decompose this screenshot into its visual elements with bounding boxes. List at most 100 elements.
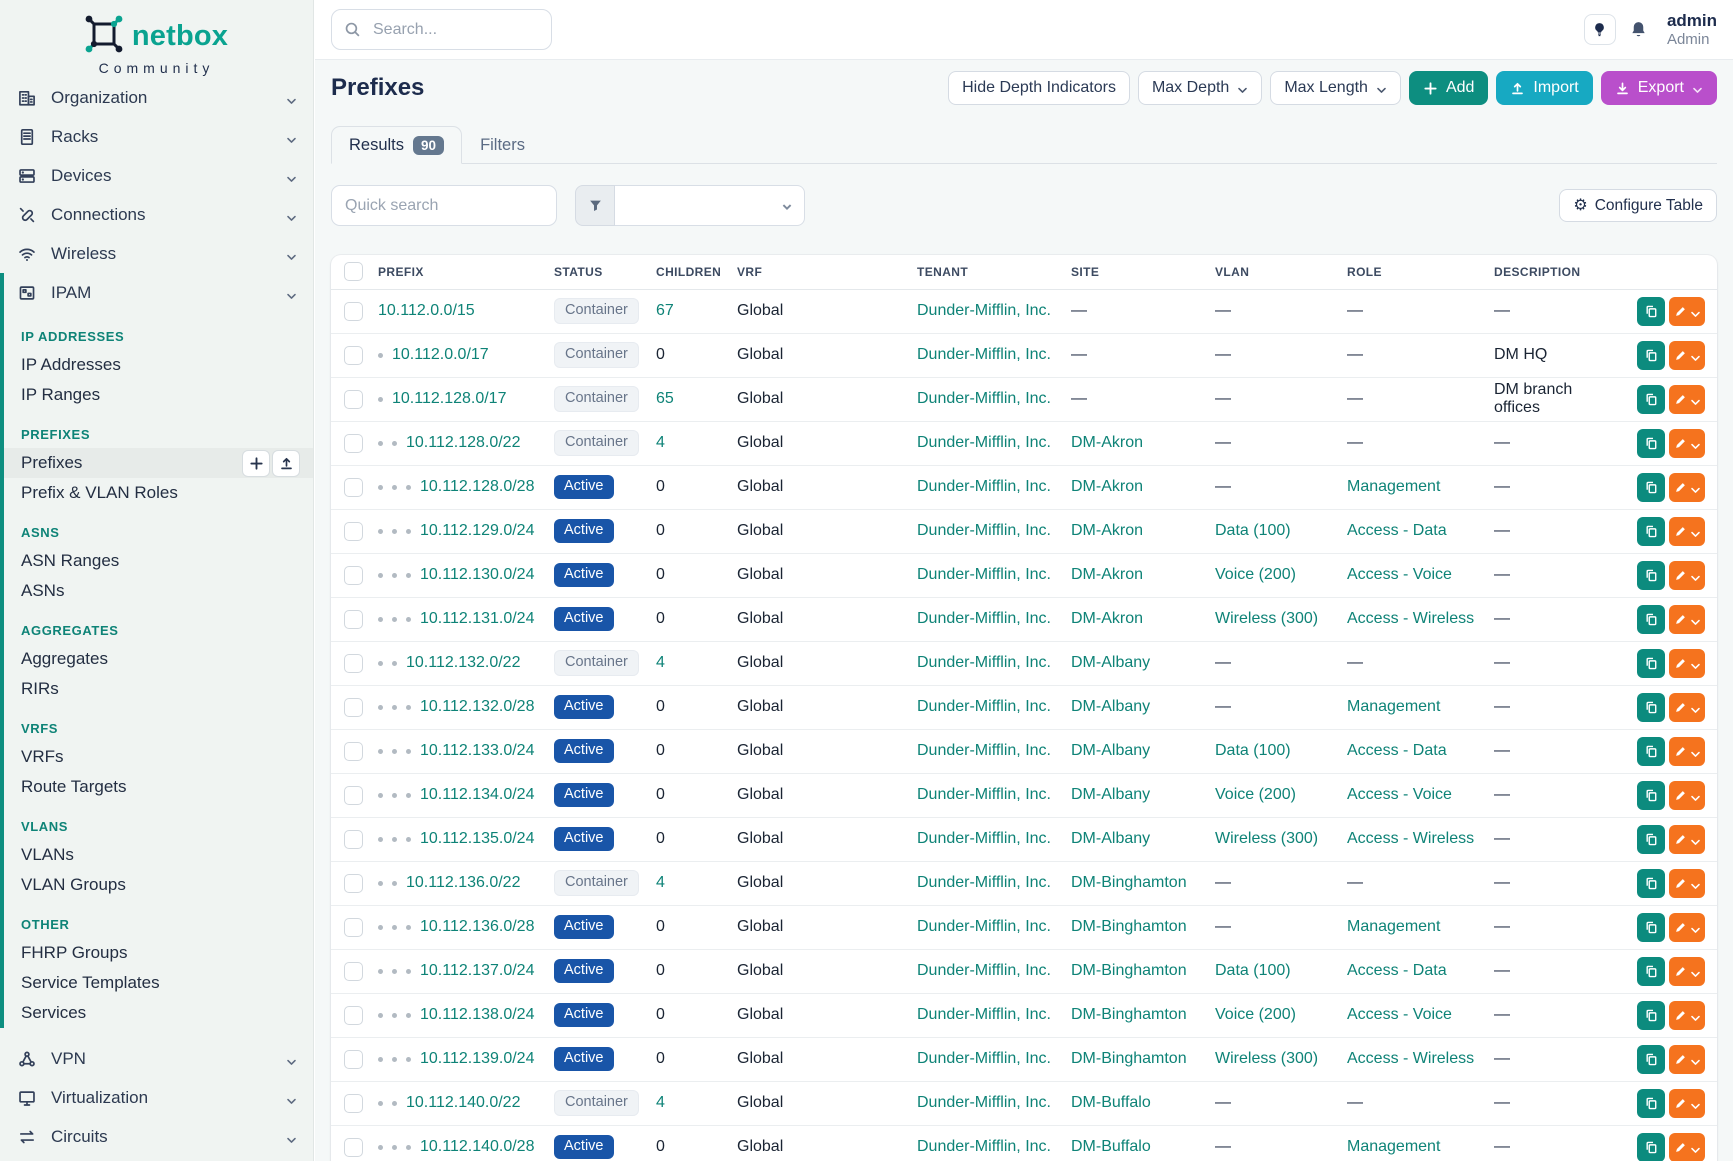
clone-button[interactable] bbox=[1637, 693, 1665, 722]
tenant-link[interactable]: Dunder-Mifflin, Inc. bbox=[917, 742, 1051, 759]
clone-button[interactable] bbox=[1637, 781, 1665, 810]
vlan-link[interactable]: Voice (200) bbox=[1215, 786, 1296, 803]
edit-button[interactable] bbox=[1669, 869, 1705, 898]
site-link[interactable]: DM-Akron bbox=[1071, 522, 1143, 539]
row-checkbox[interactable] bbox=[344, 566, 363, 585]
row-checkbox[interactable] bbox=[344, 610, 363, 629]
edit-button[interactable] bbox=[1669, 825, 1705, 854]
add-prefix-button[interactable] bbox=[242, 450, 270, 477]
row-checkbox[interactable] bbox=[344, 434, 363, 453]
edit-button[interactable] bbox=[1669, 781, 1705, 810]
vlan-link[interactable]: Data (100) bbox=[1215, 962, 1291, 979]
role-link[interactable]: Access - Voice bbox=[1347, 566, 1452, 583]
edit-button[interactable] bbox=[1669, 737, 1705, 766]
vlan-link[interactable]: Data (100) bbox=[1215, 742, 1291, 759]
sidebar-item-organization[interactable]: Organization bbox=[0, 78, 313, 117]
search-input[interactable] bbox=[371, 20, 539, 40]
row-checkbox[interactable] bbox=[344, 698, 363, 717]
clone-button[interactable] bbox=[1637, 737, 1665, 766]
edit-button[interactable] bbox=[1669, 1001, 1705, 1030]
role-link[interactable]: Access - Wireless bbox=[1347, 1050, 1474, 1067]
import-button[interactable]: Import bbox=[1496, 71, 1592, 105]
tenant-link[interactable]: Dunder-Mifflin, Inc. bbox=[917, 1006, 1051, 1023]
sidebar-item-prefix-vlan-roles[interactable]: Prefix & VLAN Roles bbox=[4, 478, 313, 508]
row-checkbox[interactable] bbox=[344, 830, 363, 849]
edit-button[interactable] bbox=[1669, 473, 1705, 502]
clone-button[interactable] bbox=[1637, 1001, 1665, 1030]
prefix-link[interactable]: 10.112.129.0/24 bbox=[420, 522, 534, 540]
hide-depth-indicators-button[interactable]: Hide Depth Indicators bbox=[948, 71, 1130, 105]
row-checkbox[interactable] bbox=[344, 786, 363, 805]
sidebar-item-vrfs[interactable]: VRFs bbox=[4, 742, 313, 772]
vlan-link[interactable]: Data (100) bbox=[1215, 522, 1291, 539]
clone-button[interactable] bbox=[1637, 869, 1665, 898]
sidebar-item-asn-ranges[interactable]: ASN Ranges bbox=[4, 546, 313, 576]
row-checkbox[interactable] bbox=[344, 390, 363, 409]
edit-button[interactable] bbox=[1669, 517, 1705, 546]
tenant-link[interactable]: Dunder-Mifflin, Inc. bbox=[917, 302, 1051, 319]
role-link[interactable]: Management bbox=[1347, 478, 1440, 495]
prefix-link[interactable]: 10.112.128.0/22 bbox=[406, 434, 520, 452]
row-checkbox[interactable] bbox=[344, 1006, 363, 1025]
clone-button[interactable] bbox=[1637, 297, 1665, 326]
sidebar-item-circuits[interactable]: Circuits bbox=[0, 1117, 313, 1156]
vlan-link[interactable]: Wireless (300) bbox=[1215, 1050, 1318, 1067]
export-button[interactable]: Export bbox=[1601, 71, 1717, 105]
vlan-link[interactable]: Wireless (300) bbox=[1215, 610, 1318, 627]
row-checkbox[interactable] bbox=[344, 874, 363, 893]
site-link[interactable]: DM-Albany bbox=[1071, 786, 1150, 803]
import-prefix-button[interactable] bbox=[272, 450, 300, 477]
site-link[interactable]: DM-Albany bbox=[1071, 698, 1150, 715]
sidebar-item-ip-ranges[interactable]: IP Ranges bbox=[4, 380, 313, 410]
sidebar-item-service-templates[interactable]: Service Templates bbox=[4, 968, 313, 998]
quick-search-input[interactable] bbox=[331, 185, 557, 226]
edit-button[interactable] bbox=[1669, 297, 1705, 326]
prefix-link[interactable]: 10.112.128.0/17 bbox=[392, 390, 506, 408]
role-link[interactable]: Management bbox=[1347, 918, 1440, 935]
clone-button[interactable] bbox=[1637, 957, 1665, 986]
sidebar-item-virtualization[interactable]: Virtualization bbox=[0, 1078, 313, 1117]
prefix-link[interactable]: 10.112.138.0/24 bbox=[420, 1006, 534, 1024]
site-link[interactable]: DM-Buffalo bbox=[1071, 1094, 1151, 1111]
tab-results[interactable]: Results 90 bbox=[331, 126, 462, 164]
row-checkbox[interactable] bbox=[344, 522, 363, 541]
prefix-link[interactable]: 10.112.133.0/24 bbox=[420, 742, 534, 760]
site-link[interactable]: DM-Akron bbox=[1071, 610, 1143, 627]
site-link[interactable]: DM-Binghamton bbox=[1071, 962, 1187, 979]
site-link[interactable]: DM-Binghamton bbox=[1071, 1050, 1187, 1067]
row-checkbox[interactable] bbox=[344, 302, 363, 321]
role-link[interactable]: Access - Wireless bbox=[1347, 830, 1474, 847]
clone-button[interactable] bbox=[1637, 385, 1665, 414]
sidebar-item-aggregates[interactable]: Aggregates bbox=[4, 644, 313, 674]
edit-button[interactable] bbox=[1669, 693, 1705, 722]
edit-button[interactable] bbox=[1669, 429, 1705, 458]
tenant-link[interactable]: Dunder-Mifflin, Inc. bbox=[917, 390, 1051, 407]
edit-button[interactable] bbox=[1669, 1045, 1705, 1074]
tenant-link[interactable]: Dunder-Mifflin, Inc. bbox=[917, 522, 1051, 539]
sidebar-item-vlan-groups[interactable]: VLAN Groups bbox=[4, 870, 313, 900]
theme-toggle-button[interactable] bbox=[1584, 14, 1616, 45]
clone-button[interactable] bbox=[1637, 605, 1665, 634]
sidebar-item-fhrp-groups[interactable]: FHRP Groups bbox=[4, 938, 313, 968]
tenant-link[interactable]: Dunder-Mifflin, Inc. bbox=[917, 654, 1051, 671]
sidebar-item-vlans[interactable]: VLANs bbox=[4, 840, 313, 870]
sidebar-item-prefixes[interactable]: Prefixes bbox=[4, 448, 313, 478]
site-link[interactable]: DM-Akron bbox=[1071, 478, 1143, 495]
clone-button[interactable] bbox=[1637, 517, 1665, 546]
prefix-link[interactable]: 10.112.128.0/28 bbox=[420, 478, 534, 496]
clone-button[interactable] bbox=[1637, 561, 1665, 590]
prefix-link[interactable]: 10.112.131.0/24 bbox=[420, 610, 534, 628]
role-link[interactable]: Access - Data bbox=[1347, 522, 1447, 539]
prefix-link[interactable]: 10.112.136.0/28 bbox=[420, 918, 534, 936]
role-link[interactable]: Access - Wireless bbox=[1347, 610, 1474, 627]
sidebar-item-vpn[interactable]: VPN bbox=[0, 1039, 313, 1078]
filter-button[interactable] bbox=[575, 185, 615, 226]
sidebar-item-devices[interactable]: Devices bbox=[0, 156, 313, 195]
clone-button[interactable] bbox=[1637, 473, 1665, 502]
site-link[interactable]: DM-Albany bbox=[1071, 830, 1150, 847]
site-link[interactable]: DM-Binghamton bbox=[1071, 1006, 1187, 1023]
row-checkbox[interactable] bbox=[344, 1094, 363, 1113]
role-link[interactable]: Management bbox=[1347, 698, 1440, 715]
clone-button[interactable] bbox=[1637, 429, 1665, 458]
sidebar-item-asns[interactable]: ASNs bbox=[4, 576, 313, 606]
